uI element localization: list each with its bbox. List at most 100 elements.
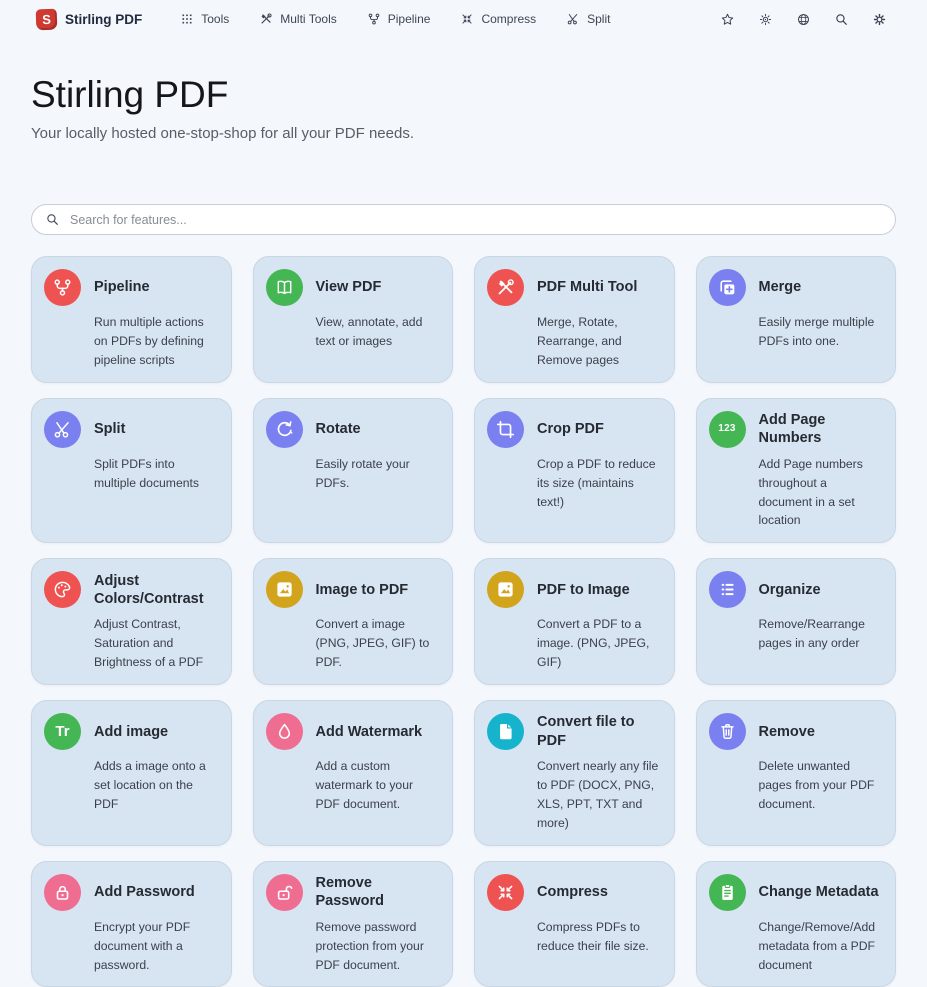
search-icon <box>45 212 60 227</box>
feature-card[interactable]: Remove Delete unwanted pages from your P… <box>696 700 897 846</box>
feature-card-description: Crop a PDF to reduce its size (maintains… <box>537 455 662 512</box>
feature-card-description: Merge, Rotate, Rearrange, and Remove pag… <box>537 313 662 370</box>
feature-card[interactable]: Compress Compress PDFs to reduce their f… <box>474 861 675 987</box>
search-bar <box>31 204 896 235</box>
feature-card-description: Compress PDFs to reduce their file size. <box>537 918 662 956</box>
feature-card[interactable]: Tr Add image Adds a image onto a set loc… <box>31 700 232 846</box>
feature-card[interactable]: Organize Remove/Rearrange pages in any o… <box>696 558 897 685</box>
feature-card-description: Remove password protection from your PDF… <box>316 918 441 975</box>
feature-card-title: PDF to Image <box>537 581 662 599</box>
feature-card-title: Rotate <box>316 420 441 438</box>
feature-card-description: Change/Remove/Add metadata from a PDF do… <box>759 918 884 975</box>
feature-card-title: Convert file to PDF <box>537 713 662 749</box>
file-icon <box>487 713 524 750</box>
compress-icon <box>487 874 524 911</box>
feature-card-title: Organize <box>759 581 884 599</box>
image-icon <box>487 571 524 608</box>
feature-card-description: Convert a PDF to a image. (PNG, JPEG, GI… <box>537 615 662 672</box>
feature-card-title: Add image <box>94 723 219 741</box>
palette-icon <box>44 571 81 608</box>
feature-card-description: Convert nearly any file to PDF (DOCX, PN… <box>537 757 662 833</box>
features-grid: Pipeline Run multiple actions on PDFs by… <box>31 256 896 987</box>
crop-icon <box>487 411 524 448</box>
feature-card-description: Easily merge multiple PDFs into one. <box>759 313 884 351</box>
feature-card-title: Image to PDF <box>316 581 441 599</box>
navbar-menu: Tools Multi Tools Pipeline Compress Spli… <box>180 12 610 26</box>
feature-card-description: Delete unwanted pages from your PDF docu… <box>759 757 884 814</box>
feature-card-description: Run multiple actions on PDFs by defining… <box>94 313 219 370</box>
drop-icon <box>266 713 303 750</box>
navbar: S Stirling PDF Tools Multi Tools Pipelin… <box>0 0 927 36</box>
page-subtitle: Your locally hosted one-stop-shop for al… <box>31 125 896 142</box>
scissors-icon <box>566 12 580 26</box>
feature-card-description: Remove/Rearrange pages in any order <box>759 615 884 653</box>
feature-card[interactable]: PDF Multi Tool Merge, Rotate, Rearrange,… <box>474 256 675 383</box>
feature-card-title: Add Password <box>94 883 219 901</box>
nav-item-tools[interactable]: Tools <box>180 12 229 26</box>
book-open-icon <box>266 269 303 306</box>
feature-card[interactable]: Pipeline Run multiple actions on PDFs by… <box>31 256 232 383</box>
feature-card-title: Pipeline <box>94 278 219 296</box>
feature-card[interactable]: PDF to Image Convert a PDF to a image. (… <box>474 558 675 685</box>
feature-card[interactable]: Merge Easily merge multiple PDFs into on… <box>696 256 897 383</box>
feature-card-description: View, annotate, add text or images <box>316 313 441 351</box>
feature-card-title: Add Watermark <box>316 723 441 741</box>
search-input[interactable] <box>31 204 896 235</box>
feature-card-title: PDF Multi Tool <box>537 278 662 296</box>
nav-item-multi-tools[interactable]: Multi Tools <box>259 12 336 26</box>
feature-card-description: Easily rotate your PDFs. <box>316 455 441 493</box>
search-icon[interactable] <box>834 12 849 27</box>
feature-card-title: Compress <box>537 883 662 901</box>
feature-card[interactable]: Add Watermark Add a custom watermark to … <box>253 700 454 846</box>
feature-card[interactable]: Change Metadata Change/Remove/Add metada… <box>696 861 897 987</box>
feature-card-title: Add Page Numbers <box>759 411 884 447</box>
star-icon[interactable] <box>720 12 735 27</box>
feature-card-title: Split <box>94 420 219 438</box>
nav-item-compress[interactable]: Compress <box>460 12 536 26</box>
compress-icon <box>460 12 474 26</box>
navbar-actions <box>720 12 887 27</box>
feature-card-title: Remove Password <box>316 874 441 910</box>
list-icon <box>709 571 746 608</box>
feature-card-title: Merge <box>759 278 884 296</box>
gear-icon[interactable] <box>872 12 887 27</box>
rotate-icon <box>266 411 303 448</box>
feature-card[interactable]: 123 Add Page Numbers Add Page numbers th… <box>696 398 897 544</box>
feature-card[interactable]: Rotate Easily rotate your PDFs. <box>253 398 454 544</box>
feature-card-description: Split PDFs into multiple documents <box>94 455 219 493</box>
feature-card-description: Convert a image (PNG, JPEG, GIF) to PDF. <box>316 615 441 672</box>
feature-card[interactable]: Split Split PDFs into multiple documents <box>31 398 232 544</box>
feature-card-title: Adjust Colors/Contrast <box>94 572 219 608</box>
merge-icon <box>709 269 746 306</box>
feature-card-title: View PDF <box>316 278 441 296</box>
feature-card[interactable]: Remove Password Remove password protecti… <box>253 861 454 987</box>
feature-card[interactable]: Adjust Colors/Contrast Adjust Contrast, … <box>31 558 232 685</box>
feature-card-title: Change Metadata <box>759 883 884 901</box>
grid-icon <box>180 12 194 26</box>
clipboard-icon <box>709 874 746 911</box>
feature-card[interactable]: Crop PDF Crop a PDF to reduce its size (… <box>474 398 675 544</box>
feature-card-description: Adds a image onto a set location on the … <box>94 757 219 814</box>
pipeline-icon <box>367 12 381 26</box>
globe-icon[interactable] <box>796 12 811 27</box>
text-format-icon: Tr <box>44 713 81 750</box>
feature-card-description: Encrypt your PDF document with a passwor… <box>94 918 219 975</box>
brand[interactable]: S Stirling PDF <box>36 9 142 30</box>
brightness-icon[interactable] <box>758 12 773 27</box>
feature-card-description: Add Page numbers throughout a document i… <box>759 455 884 531</box>
feature-card[interactable]: Convert file to PDF Convert nearly any f… <box>474 700 675 846</box>
brand-name: Stirling PDF <box>65 12 142 27</box>
nav-item-pipeline[interactable]: Pipeline <box>367 12 431 26</box>
feature-card-description: Add a custom watermark to your PDF docum… <box>316 757 441 814</box>
feature-card-title: Crop PDF <box>537 420 662 438</box>
trash-icon <box>709 713 746 750</box>
nav-item-split[interactable]: Split <box>566 12 610 26</box>
numbers-123-icon: 123 <box>709 411 746 448</box>
feature-card[interactable]: Add Password Encrypt your PDF document w… <box>31 861 232 987</box>
feature-card[interactable]: Image to PDF Convert a image (PNG, JPEG,… <box>253 558 454 685</box>
feature-card-description: Adjust Contrast, Saturation and Brightne… <box>94 615 219 672</box>
page-title: Stirling PDF <box>31 74 896 116</box>
stirling-logo-icon: S <box>36 8 58 30</box>
lock-icon <box>44 874 81 911</box>
feature-card[interactable]: View PDF View, annotate, add text or ima… <box>253 256 454 383</box>
